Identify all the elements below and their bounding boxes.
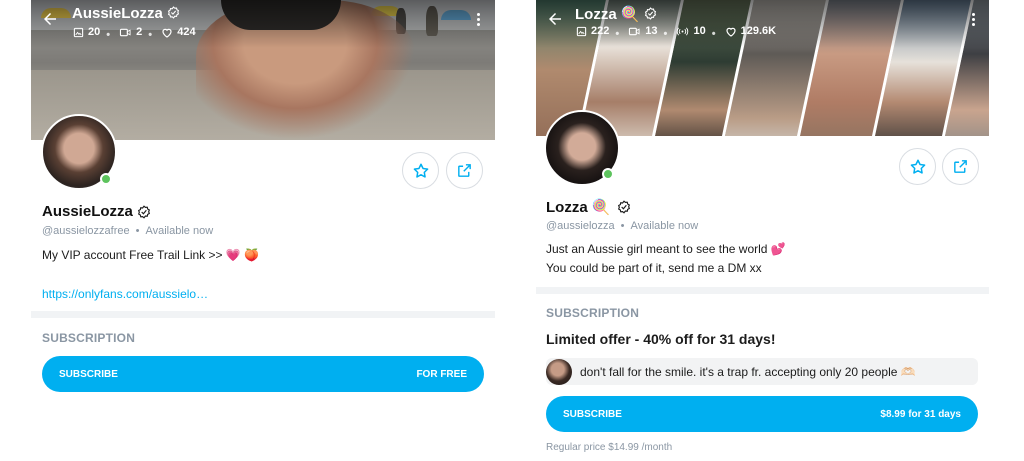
stat-videos-count: 13 [645, 25, 658, 37]
verified-icon [617, 200, 630, 214]
cover-name-text: AussieLozza [72, 5, 163, 22]
stat-videos: 2 [119, 26, 142, 38]
creator-avatar [546, 358, 572, 385]
stat-likes: 424 [161, 26, 196, 38]
share-button[interactable] [446, 152, 483, 189]
stat-photos-count: 20 [88, 26, 101, 38]
regular-price: Regular price $14.99 /month [546, 442, 673, 453]
subscribe-price: FOR FREE [416, 368, 467, 380]
profile-handle: @aussielozza [546, 220, 615, 232]
star-icon [910, 159, 925, 174]
more-vertical-icon [475, 13, 481, 26]
share-icon [458, 164, 471, 177]
profile-handle-row: @aussielozzafree • Available now [42, 225, 214, 237]
availability-status: Available now [630, 220, 699, 232]
video-icon [629, 27, 640, 35]
stat-photos: 222 [576, 25, 609, 37]
profile-bio: Just an Aussie girl meant to see the wor… [546, 240, 786, 278]
favorite-button[interactable] [899, 148, 936, 185]
profile-bio: My VIP account Free Trail Link >> 💗 🍑 [42, 246, 259, 265]
more-options-button[interactable] [970, 13, 976, 31]
share-button[interactable] [942, 148, 979, 185]
more-options-button[interactable] [475, 13, 481, 31]
online-indicator [602, 168, 614, 180]
subscribe-label: SUBSCRIBE [59, 368, 118, 380]
section-divider [31, 311, 495, 318]
online-indicator [100, 173, 112, 185]
profile-stats: 20 • 2 • 424 [73, 26, 202, 41]
stat-photos-count: 222 [591, 25, 610, 37]
image-icon [576, 26, 587, 36]
bio-line: My VIP account Free Trail Link >> 💗 🍑 [42, 248, 260, 262]
stat-videos-count: 2 [136, 26, 143, 38]
favorite-button[interactable] [402, 152, 439, 189]
subscription-heading: SUBSCRIPTION [42, 331, 136, 345]
profile-name-text: Lozza 🍭 [546, 199, 611, 216]
offer-message: don't fall for the smile. it's a trap fr… [546, 358, 978, 385]
subscribe-label: SUBSCRIBE [563, 408, 622, 420]
stat-streams-count: 10 [693, 25, 706, 37]
profile-stats: 222 • 13 • 10 • 129.6K [576, 25, 782, 40]
profile-link[interactable]: https://onlyfans.com/aussielo… [42, 287, 208, 301]
availability-status: Available now [145, 225, 214, 237]
heart-icon [726, 27, 736, 37]
verified-icon [644, 7, 656, 20]
heart-icon [162, 28, 172, 38]
cover-profile-name: AussieLozza [72, 5, 180, 22]
stat-likes-count: 424 [177, 26, 196, 38]
subscription-heading: SUBSCRIPTION [546, 306, 640, 320]
profile-name-text: AussieLozza [42, 203, 133, 220]
verified-icon [137, 204, 150, 219]
stat-likes-count: 129.6K [740, 25, 777, 37]
verified-icon [167, 6, 180, 19]
share-icon [954, 160, 967, 173]
section-divider [536, 287, 989, 294]
image-icon [73, 27, 84, 37]
profile-handle-row: @aussielozza • Available now [546, 220, 699, 232]
offer-message-text: don't fall for the smile. it's a trap fr… [580, 364, 916, 379]
star-icon [413, 163, 428, 178]
profile-name: Lozza 🍭 [546, 198, 631, 216]
more-vertical-icon [970, 13, 976, 26]
arrow-left-icon [549, 13, 561, 25]
subscribe-button[interactable]: SUBSCRIBE $8.99 for 31 days [546, 396, 978, 432]
arrow-left-icon [44, 13, 56, 25]
subscribe-price: $8.99 for 31 days [880, 408, 961, 420]
stat-streams: 10 [676, 25, 706, 37]
cover-profile-name: Lozza 🍭 [575, 5, 657, 23]
stream-icon [677, 27, 689, 35]
stat-photos: 20 [73, 26, 100, 38]
profile-name: AussieLozza [42, 203, 151, 220]
bio-line: You could be part of it, send me a DM xx [546, 261, 762, 275]
stat-likes: 129.6K [725, 25, 776, 37]
video-icon [120, 28, 131, 36]
offer-title: Limited offer - 40% off for 31 days! [546, 331, 776, 347]
stat-videos: 13 [628, 25, 658, 37]
bio-line: Just an Aussie girl meant to see the wor… [546, 242, 786, 256]
cover-name-text: Lozza 🍭 [575, 6, 640, 23]
subscribe-button[interactable]: SUBSCRIBE FOR FREE [42, 356, 484, 392]
back-button[interactable] [546, 10, 568, 32]
back-button[interactable] [41, 10, 63, 32]
profile-handle: @aussielozzafree [42, 225, 130, 237]
